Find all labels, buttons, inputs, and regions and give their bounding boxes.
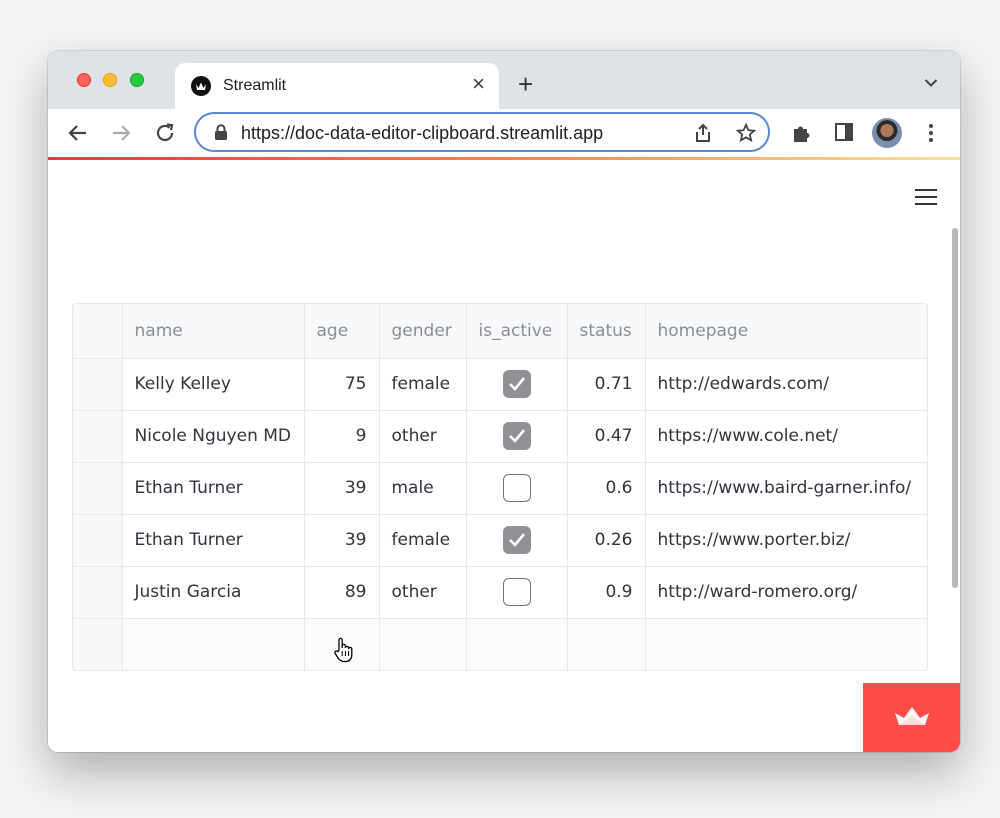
minimize-window-button[interactable] xyxy=(103,73,117,87)
streamlit-cloud-badge[interactable] xyxy=(863,683,960,752)
cell-homepage[interactable]: http://ward-romero.org/ xyxy=(645,566,927,619)
column-header-is-active[interactable]: is_active xyxy=(466,304,568,359)
maximize-window-button[interactable] xyxy=(130,73,144,87)
table-row: Kelly Kelley 75 female 0.71 http://edwar… xyxy=(73,358,927,411)
empty-cell[interactable] xyxy=(379,618,467,670)
profile-avatar[interactable] xyxy=(872,118,902,148)
row-index-cell[interactable] xyxy=(73,358,123,411)
cell-age[interactable]: 89 xyxy=(304,566,380,619)
cell-status[interactable]: 0.26 xyxy=(567,514,646,567)
row-index-cell[interactable] xyxy=(73,566,123,619)
url-text[interactable]: https://doc-data-editor-clipboard.stream… xyxy=(241,123,603,144)
address-bar[interactable]: https://doc-data-editor-clipboard.stream… xyxy=(194,112,770,152)
cell-is-active[interactable] xyxy=(466,462,568,515)
data-editor-table[interactable]: name age gender is_active status homepag… xyxy=(72,303,928,671)
cell-age[interactable]: 9 xyxy=(304,410,380,463)
title-bar: Streamlit × + xyxy=(48,51,960,109)
cell-status[interactable]: 0.71 xyxy=(567,358,646,411)
browser-menu-icon[interactable] xyxy=(928,123,934,148)
back-arrow-icon[interactable] xyxy=(67,122,89,149)
cell-gender[interactable]: male xyxy=(379,462,467,515)
table-row: Ethan Turner 39 male 0.6 https://www.bai… xyxy=(73,462,927,515)
lock-icon[interactable] xyxy=(214,124,228,146)
cell-name[interactable]: Justin Garcia xyxy=(122,566,305,619)
app-content: name age gender is_active status homepag… xyxy=(48,160,960,752)
cell-gender[interactable]: female xyxy=(379,514,467,567)
column-header-name[interactable]: name xyxy=(122,304,305,359)
table-header-row: name age gender is_active status homepag… xyxy=(73,304,927,359)
cell-homepage[interactable]: http://edwards.com/ xyxy=(645,358,927,411)
table-row: Ethan Turner 39 female 0.26 https://www.… xyxy=(73,514,927,567)
cell-is-active[interactable] xyxy=(466,358,568,411)
app-menu-hamburger-icon[interactable] xyxy=(914,188,938,211)
forward-arrow-icon[interactable] xyxy=(110,122,132,149)
cell-status[interactable]: 0.47 xyxy=(567,410,646,463)
cell-status[interactable]: 0.6 xyxy=(567,462,646,515)
row-index-cell[interactable] xyxy=(73,514,123,567)
table-row: Justin Garcia 89 other 0.9 http://ward-r… xyxy=(73,566,927,619)
cell-homepage[interactable]: https://www.baird-garner.info/ xyxy=(645,462,927,515)
cell-is-active[interactable] xyxy=(466,410,568,463)
cell-is-active[interactable] xyxy=(466,566,568,619)
cell-age[interactable]: 39 xyxy=(304,514,380,567)
tab-title: Streamlit xyxy=(223,77,287,94)
share-icon[interactable] xyxy=(694,123,712,148)
row-index-cell[interactable] xyxy=(73,462,123,515)
close-window-button[interactable] xyxy=(77,73,91,87)
new-tab-icon[interactable]: + xyxy=(518,71,533,97)
close-tab-icon[interactable]: × xyxy=(472,73,485,95)
browser-window: Streamlit × + https://doc-data-editor-cl… xyxy=(48,51,960,752)
cell-homepage[interactable]: https://www.cole.net/ xyxy=(645,410,927,463)
empty-cell[interactable] xyxy=(122,618,305,670)
tab-search-chevron-icon[interactable] xyxy=(924,75,938,93)
cell-gender[interactable]: other xyxy=(379,566,467,619)
cell-name[interactable]: Kelly Kelley xyxy=(122,358,305,411)
is-active-checkbox[interactable] xyxy=(502,578,531,606)
side-panel-icon[interactable] xyxy=(834,122,854,147)
empty-cell[interactable] xyxy=(645,618,927,670)
row-index-cell[interactable] xyxy=(73,410,123,463)
cell-age[interactable]: 75 xyxy=(304,358,380,411)
cell-gender[interactable]: female xyxy=(379,358,467,411)
column-header-status[interactable]: status xyxy=(567,304,646,359)
empty-cell[interactable] xyxy=(466,618,568,670)
column-header-age[interactable]: age xyxy=(304,304,380,359)
cell-name[interactable]: Ethan Turner xyxy=(122,462,305,515)
page-scrollbar[interactable] xyxy=(952,228,958,588)
streamlit-favicon-icon xyxy=(191,76,211,96)
hand-pointer-cursor-icon xyxy=(334,637,354,668)
browser-tab[interactable]: Streamlit × xyxy=(175,63,499,109)
cell-homepage[interactable]: https://www.porter.biz/ xyxy=(645,514,927,567)
add-row-placeholder[interactable] xyxy=(73,618,927,670)
browser-toolbar: https://doc-data-editor-clipboard.stream… xyxy=(48,109,960,159)
cell-status[interactable]: 0.9 xyxy=(567,566,646,619)
cell-name[interactable]: Ethan Turner xyxy=(122,514,305,567)
row-index-header[interactable] xyxy=(73,304,123,359)
reload-icon[interactable] xyxy=(154,122,176,149)
column-header-homepage[interactable]: homepage xyxy=(645,304,927,359)
column-header-gender[interactable]: gender xyxy=(379,304,467,359)
bookmark-star-icon[interactable] xyxy=(735,122,757,148)
is-active-checkbox[interactable] xyxy=(502,422,531,450)
row-index-cell[interactable] xyxy=(73,618,123,670)
cell-age[interactable]: 39 xyxy=(304,462,380,515)
is-active-checkbox[interactable] xyxy=(502,474,531,502)
cell-is-active[interactable] xyxy=(466,514,568,567)
is-active-checkbox[interactable] xyxy=(502,370,531,398)
empty-cell[interactable] xyxy=(567,618,646,670)
cell-gender[interactable]: other xyxy=(379,410,467,463)
extensions-puzzle-icon[interactable] xyxy=(790,122,812,149)
table-row: Nicole Nguyen MD 9 other 0.47 https://ww… xyxy=(73,410,927,463)
cell-name[interactable]: Nicole Nguyen MD xyxy=(122,410,305,463)
is-active-checkbox[interactable] xyxy=(502,526,531,554)
